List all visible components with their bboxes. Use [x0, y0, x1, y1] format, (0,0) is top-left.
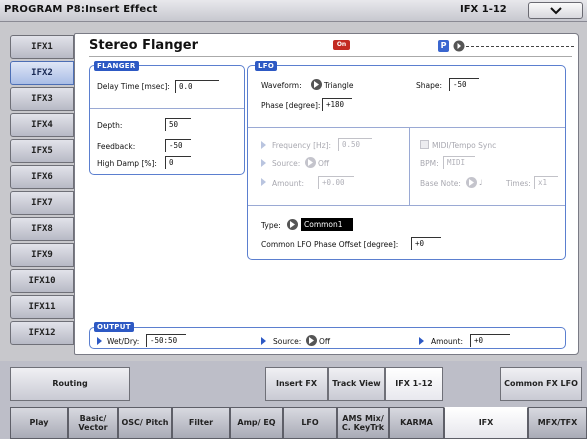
tab-play[interactable]: Play [10, 407, 68, 439]
wet-dry-label: Wet/Dry: [107, 337, 140, 346]
page-menu-button[interactable] [528, 2, 583, 19]
page-range-label: IFX 1-12 [460, 4, 507, 15]
bpm-label: BPM: [420, 159, 439, 168]
tab-ifx1[interactable]: IFX1 [10, 35, 74, 59]
bpm-field[interactable]: MIDI [443, 156, 475, 169]
times-label: Times: [506, 179, 531, 188]
frequency-label: Frequency [Hz]: [272, 141, 332, 150]
high-damp-field[interactable]: 0 [165, 156, 191, 169]
midi-sync-checkbox[interactable] [420, 140, 429, 149]
tab-amp-eq[interactable]: Amp/ EQ [230, 407, 283, 439]
tab-common-fx-lfo[interactable]: Common FX LFO [500, 367, 582, 401]
wet-dry-field[interactable]: -50:50 [146, 334, 186, 347]
flanger-group-label: FLANGER [94, 61, 139, 71]
effect-name[interactable]: Stereo Flanger [89, 38, 198, 53]
tab-lfo[interactable]: LFO [283, 407, 337, 439]
midi-sync-label: MIDI/Tempo Sync [432, 141, 497, 150]
effect-on-switch[interactable]: On [333, 40, 350, 50]
lfo-type-value[interactable]: Common1 [301, 218, 353, 231]
tab-routing[interactable]: Routing [10, 367, 130, 401]
output-amount-arrow-icon [419, 337, 424, 345]
feedback-field[interactable]: -50 [165, 139, 191, 152]
lfo-type-select-icon[interactable] [287, 219, 298, 230]
output-source-select-icon[interactable] [306, 335, 317, 346]
tab-ifx10[interactable]: IFX10 [10, 269, 74, 293]
output-source-arrow-icon [261, 337, 266, 345]
tab-karma[interactable]: KARMA [389, 407, 444, 439]
freq-amount-arrow-icon [261, 178, 266, 186]
common-phase-label: Common LFO Phase Offset [degree]: [261, 240, 399, 249]
tab-insert-fx[interactable]: Insert FX [265, 367, 328, 401]
tab-ifx8[interactable]: IFX8 [10, 217, 74, 241]
tab-ifx9[interactable]: IFX9 [10, 243, 74, 267]
tab-ifx12[interactable]: IFX12 [10, 321, 74, 345]
lfo-group-label: LFO [255, 61, 278, 71]
freq-amount-label: Amount: [272, 179, 304, 188]
frequency-arrow-icon [261, 141, 266, 149]
flanger-divider [90, 108, 244, 109]
tab-ifx11[interactable]: IFX11 [10, 295, 74, 319]
title-bar: PROGRAM P8:Insert Effect IFX 1-12 [0, 0, 587, 22]
depth-field[interactable]: 50 [165, 118, 191, 131]
lfo-vertical-divider [409, 127, 410, 205]
waveform-label: Waveform: [261, 81, 302, 90]
parameter-badge: P [438, 40, 449, 52]
output-amount-field[interactable]: +0 [470, 334, 510, 347]
wet-dry-arrow-icon [97, 337, 102, 345]
depth-label: Depth: [97, 121, 123, 130]
tab-ifx[interactable]: IFX [444, 407, 528, 439]
title-divider [89, 56, 572, 57]
freq-amount-field[interactable]: +0.00 [318, 176, 354, 189]
tab-ifx5[interactable]: IFX5 [10, 139, 74, 163]
delay-time-field[interactable]: 0.0 [175, 80, 219, 93]
tab-ams-mix[interactable]: AMS Mix/ C. KeyTrk [337, 407, 389, 439]
chevron-down-icon [550, 7, 562, 15]
tab-track-view[interactable]: Track View [328, 367, 385, 401]
base-note-label: Base Note: [420, 179, 461, 188]
tab-osc-pitch[interactable]: OSC/ Pitch [118, 407, 172, 439]
shape-field[interactable]: -50 [449, 78, 479, 91]
page-title: PROGRAM P8:Insert Effect [4, 4, 158, 15]
waveform-value[interactable]: Triangle [324, 81, 353, 90]
freq-source-arrow-icon [261, 159, 266, 167]
frequency-field[interactable]: 0.50 [338, 138, 372, 151]
chain-arrow-icon [453, 40, 465, 52]
output-source-label: Source: [273, 337, 302, 346]
tab-ifx4[interactable]: IFX4 [10, 113, 74, 137]
chain-line [466, 46, 574, 47]
delay-time-label: Delay Time [msec]: [97, 82, 170, 91]
tab-basic-vector[interactable]: Basic/ Vector [68, 407, 118, 439]
screen: PROGRAM P8:Insert Effect IFX 1-12 IFX1 I… [0, 0, 587, 439]
lfo-divider-1 [248, 127, 565, 128]
freq-source-label: Source: [272, 159, 301, 168]
lfo-type-label: Type: [261, 221, 281, 230]
feedback-label: Feedback: [97, 142, 136, 151]
times-field[interactable]: x1 [534, 176, 558, 189]
tab-ifx3[interactable]: IFX3 [10, 87, 74, 111]
freq-source-value[interactable]: Off [318, 159, 329, 168]
phase-field[interactable]: +180 [322, 98, 352, 111]
output-source-value[interactable]: Off [319, 337, 330, 346]
common-phase-field[interactable]: +0 [411, 237, 441, 250]
base-note-select-icon[interactable] [466, 177, 477, 188]
waveform-select-icon[interactable] [311, 79, 322, 90]
phase-label: Phase [degree]: [261, 101, 321, 110]
shape-label: Shape: [416, 81, 443, 90]
freq-source-select-icon[interactable] [305, 157, 316, 168]
tab-ifx-1-12[interactable]: IFX 1-12 [385, 367, 443, 401]
base-note-value[interactable]: ♩ [479, 178, 483, 187]
tab-mfx-tfx[interactable]: MFX/TFX [528, 407, 587, 439]
tab-filter[interactable]: Filter [172, 407, 230, 439]
tab-ifx6[interactable]: IFX6 [10, 165, 74, 189]
high-damp-label: High Damp [%]: [97, 159, 157, 168]
tab-ifx7[interactable]: IFX7 [10, 191, 74, 215]
lfo-divider-2 [248, 205, 565, 206]
output-group-label: OUTPUT [94, 322, 134, 332]
output-amount-label: Amount: [431, 337, 463, 346]
tab-ifx2[interactable]: IFX2 [10, 61, 74, 85]
